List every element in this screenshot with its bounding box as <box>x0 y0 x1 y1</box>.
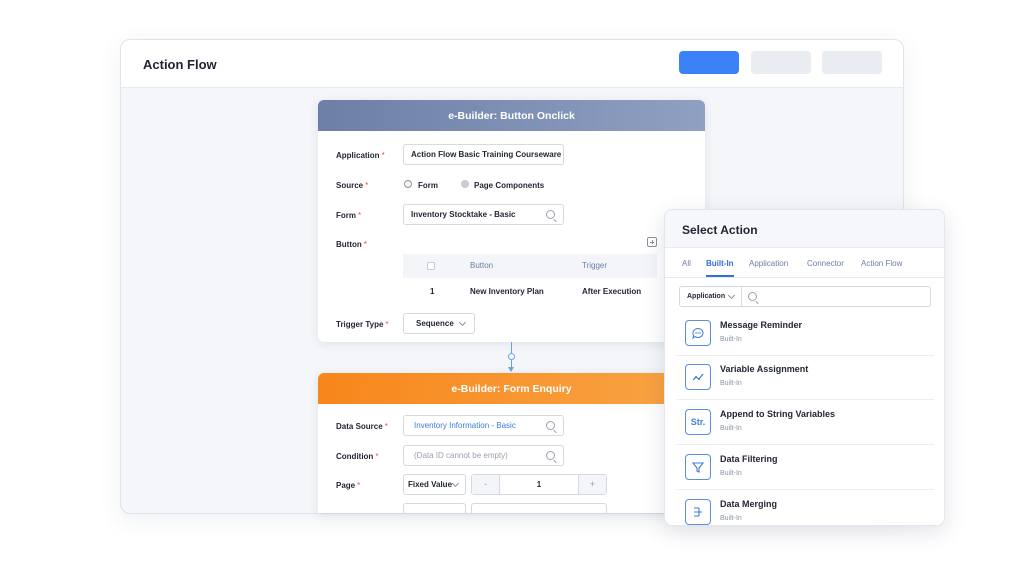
item-sub: Built-In <box>720 336 742 343</box>
flow-connector <box>508 342 515 373</box>
condition-placeholder: (Data ID cannot be empty) <box>414 451 508 460</box>
column-header-button: Button <box>470 261 494 270</box>
card-title: e-Builder: Button Onclick <box>318 100 705 131</box>
item-sub: Built-In <box>720 470 742 477</box>
row-index: 1 <box>430 287 435 296</box>
card-title: e-Builder: Form Enquiry <box>318 373 705 404</box>
source-radio-form[interactable] <box>404 180 412 188</box>
item-sub: Built-In <box>720 515 742 522</box>
trigger-type-value: Sequence <box>416 319 454 328</box>
page-stepper: - 1 + <box>471 474 607 495</box>
list-item[interactable]: Data Filtering Built-In <box>677 446 934 490</box>
filter-icon <box>685 454 711 480</box>
next-row-stepper[interactable] <box>471 503 607 513</box>
page-mode-value: Fixed Value <box>408 480 453 489</box>
source-radio-page-components[interactable] <box>461 180 469 188</box>
panel-title: Select Action <box>682 223 758 237</box>
item-sub: Built-In <box>720 380 742 387</box>
button-table: Button Trigger 1 New Inventory Plan Afte… <box>403 254 657 304</box>
decrement-button[interactable]: - <box>472 475 500 494</box>
source-option-form: Form <box>418 181 438 190</box>
data-source-label: Data Source * <box>336 422 388 431</box>
tab-application[interactable]: Application <box>749 259 788 268</box>
list-item[interactable]: Message Reminder Built-In <box>677 312 934 356</box>
window-title: Action Flow <box>143 57 217 72</box>
form-value: Inventory Stocktake - Basic <box>411 210 516 219</box>
variable-icon <box>685 364 711 390</box>
secondary-header-button[interactable] <box>751 51 811 74</box>
tab-built-in[interactable]: Built-In <box>706 259 734 268</box>
tab-all[interactable]: All <box>682 259 691 268</box>
arrow-down-icon <box>508 367 514 372</box>
chevron-down-icon <box>458 318 467 327</box>
filter-select-value: Application <box>687 293 726 300</box>
active-tab-indicator <box>706 275 734 277</box>
item-name: Append to String Variables <box>720 409 836 419</box>
condition-field[interactable]: (Data ID cannot be empty) <box>403 445 564 466</box>
data-source-field[interactable]: Inventory Information - Basic <box>403 415 564 436</box>
column-header-trigger: Trigger <box>582 261 608 270</box>
str-icon: Str. <box>685 409 711 435</box>
data-source-value: Inventory Information - Basic <box>414 421 516 430</box>
merge-icon <box>685 499 711 525</box>
application-field[interactable]: Action Flow Basic Training Courseware <box>403 144 564 165</box>
tertiary-header-button[interactable] <box>822 51 882 74</box>
form-field[interactable]: Inventory Stocktake - Basic <box>403 204 564 225</box>
page-label: Page * <box>336 481 361 490</box>
window-header: Action Flow <box>121 40 903 88</box>
search-icon[interactable] <box>546 451 555 460</box>
search-icon[interactable] <box>546 210 555 219</box>
list-item[interactable]: Str. Append to String Variables Built-In <box>677 401 934 445</box>
list-item[interactable]: Data Merging Built-In <box>677 491 934 525</box>
trigger-type-select[interactable]: Sequence <box>403 313 475 334</box>
item-name: Variable Assignment <box>720 364 809 374</box>
row-button[interactable]: New Inventory Plan <box>470 287 544 296</box>
add-button-icon[interactable] <box>647 237 657 247</box>
select-action-panel: Select Action All Built-In Application C… <box>664 209 945 526</box>
action-filter: Application <box>679 286 931 307</box>
chat-icon <box>685 320 711 346</box>
row-trigger[interactable]: After Execution <box>582 287 641 296</box>
select-all-checkbox[interactable] <box>427 262 435 270</box>
source-option-page-components: Page Components <box>474 181 545 190</box>
panel-header: Select Action <box>665 210 944 248</box>
application-label: Application * <box>336 151 385 160</box>
button-label: Button * <box>336 240 367 249</box>
primary-header-button[interactable] <box>679 51 739 74</box>
next-row-select[interactable] <box>403 503 466 513</box>
list-item[interactable]: Variable Assignment Built-In <box>677 356 934 400</box>
item-name: Message Reminder <box>720 320 803 330</box>
trigger-type-label: Trigger Type * <box>336 320 389 329</box>
source-label: Source * <box>336 181 369 190</box>
button-onclick-card: e-Builder: Button Onclick Application * A… <box>318 100 705 342</box>
form-label: Form * <box>336 211 362 220</box>
tab-connector[interactable]: Connector <box>807 259 844 268</box>
connector-node[interactable] <box>508 353 515 360</box>
tab-action-flow[interactable]: Action Flow <box>861 259 902 268</box>
page-value[interactable]: 1 <box>500 475 578 494</box>
item-name: Data Filtering <box>720 454 778 464</box>
table-header: Button Trigger <box>403 254 657 278</box>
form-enquiry-card: e-Builder: Form Enquiry Data Source * Inv… <box>318 373 705 513</box>
item-sub: Built-In <box>720 425 742 432</box>
chevron-down-icon <box>727 291 736 300</box>
chevron-down-icon <box>451 479 460 488</box>
page-mode-select[interactable]: Fixed Value <box>403 474 466 495</box>
action-tabs: All Built-In Application Connector Actio… <box>665 248 944 278</box>
search-icon[interactable] <box>546 421 555 430</box>
search-icon[interactable] <box>748 292 757 301</box>
filter-select[interactable]: Application <box>680 287 742 306</box>
item-name: Data Merging <box>720 499 778 509</box>
condition-label: Condition * <box>336 452 379 461</box>
increment-button[interactable]: + <box>578 475 606 494</box>
